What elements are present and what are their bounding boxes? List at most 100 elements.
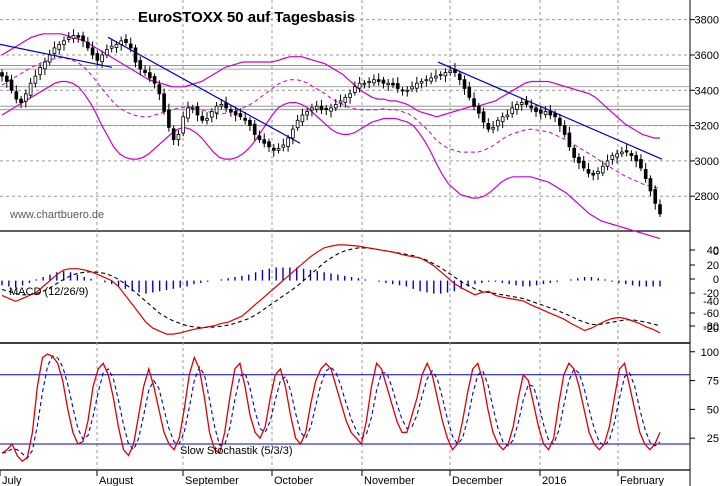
macd-y-tick-label: -20	[703, 323, 719, 335]
candle-body	[472, 98, 476, 107]
candle-body	[524, 100, 529, 105]
candle-body	[19, 98, 23, 104]
candle-body	[362, 82, 367, 85]
macd-y-tick-label: 0	[713, 274, 719, 286]
candle-body	[271, 147, 276, 151]
candle-body	[176, 134, 181, 141]
candle-body	[76, 35, 81, 38]
candle-body	[262, 139, 267, 144]
candle-body	[415, 82, 419, 89]
chart-title: EuroSTOXX 50 auf Tagesbasis	[138, 9, 355, 26]
candle-body	[295, 119, 300, 129]
candle-body	[534, 107, 538, 112]
candle-body	[462, 79, 467, 89]
candle-body	[243, 117, 247, 121]
candle-body	[38, 66, 42, 76]
candle-body	[515, 104, 519, 110]
candle-body	[372, 79, 376, 84]
x-tick-label: February	[620, 475, 665, 486]
candle-body	[43, 61, 47, 70]
candle-body	[300, 114, 305, 123]
candle-body	[100, 54, 104, 63]
candle-body	[577, 156, 581, 164]
candle-body	[95, 53, 100, 61]
x-tick-label: 2016	[542, 475, 566, 486]
candle-body	[133, 47, 138, 63]
candle-body	[581, 160, 586, 169]
candle-body	[0, 72, 4, 77]
candle-body	[543, 111, 548, 116]
candle-body	[252, 123, 257, 135]
candle-body	[319, 105, 324, 111]
candle-body	[286, 137, 290, 147]
price-y-tick-label: 3800	[695, 15, 719, 27]
candle-body	[653, 189, 658, 204]
candle-body	[109, 45, 114, 49]
candle-body	[162, 93, 166, 112]
candle-body	[658, 204, 662, 215]
candle-body	[310, 107, 314, 111]
candle-body	[324, 107, 329, 111]
candle-body	[248, 119, 252, 126]
candle-body	[214, 105, 219, 114]
candle-body	[558, 117, 562, 126]
candle-body	[610, 155, 615, 160]
candle-body	[343, 96, 348, 103]
candle-body	[333, 104, 338, 109]
stochastic-label: Slow Stochastik (5/3/3)	[180, 445, 293, 457]
chart-figure: 38003600340032003000280040200-20-60-80-4…	[0, 0, 723, 486]
candle-body	[381, 79, 386, 84]
stoch-y-tick-label: 25	[707, 433, 719, 445]
candle-body	[291, 128, 295, 139]
candle-body	[376, 79, 381, 82]
candle-body	[167, 109, 171, 128]
candle-body	[448, 70, 453, 74]
candle-body	[281, 144, 286, 148]
price-y-tick-label: 3600	[695, 50, 719, 62]
candle-body	[86, 41, 90, 49]
candle-body	[438, 73, 443, 76]
candle-body	[124, 39, 128, 44]
candle-body	[529, 105, 534, 109]
macd-y-tick-label: 0	[713, 246, 719, 258]
candle-body	[496, 119, 500, 127]
candle-body	[510, 107, 515, 114]
candle-body	[538, 109, 543, 114]
candle-body	[147, 72, 152, 79]
candle-body	[171, 128, 176, 141]
candle-body	[591, 172, 596, 176]
macd-label: MACD (12/26/9)	[9, 286, 88, 298]
price-y-tick-label: 3400	[695, 85, 719, 97]
candle-body	[224, 102, 228, 109]
candle-body	[66, 36, 71, 40]
candle-body	[195, 106, 200, 116]
candle-body	[491, 126, 495, 130]
candle-body	[28, 82, 33, 96]
candle-body	[586, 168, 591, 174]
candle-body	[200, 116, 205, 121]
candle-body	[4, 75, 9, 82]
candle-body	[143, 70, 147, 74]
candle-body	[639, 159, 643, 169]
candle-body	[505, 114, 510, 118]
candle-body	[62, 40, 66, 45]
candle-body	[353, 86, 357, 93]
candle-body	[562, 125, 567, 135]
candle-body	[276, 148, 281, 151]
candle-body	[209, 111, 214, 118]
candle-body	[128, 43, 133, 49]
candle-body	[81, 35, 85, 42]
candle-body	[481, 111, 486, 123]
price-y-tick-label: 3000	[695, 156, 719, 168]
x-tick-label: October	[274, 475, 313, 486]
candle-body	[9, 79, 14, 91]
candle-body	[114, 43, 119, 48]
candle-body	[643, 168, 648, 179]
candle-body	[476, 105, 481, 114]
candle-body	[457, 73, 462, 81]
x-tick-label: August	[99, 475, 133, 486]
candle-body	[634, 155, 638, 162]
price-y-tick-label: 3200	[695, 121, 719, 133]
candle-body	[424, 79, 429, 82]
candle-body	[443, 72, 448, 77]
